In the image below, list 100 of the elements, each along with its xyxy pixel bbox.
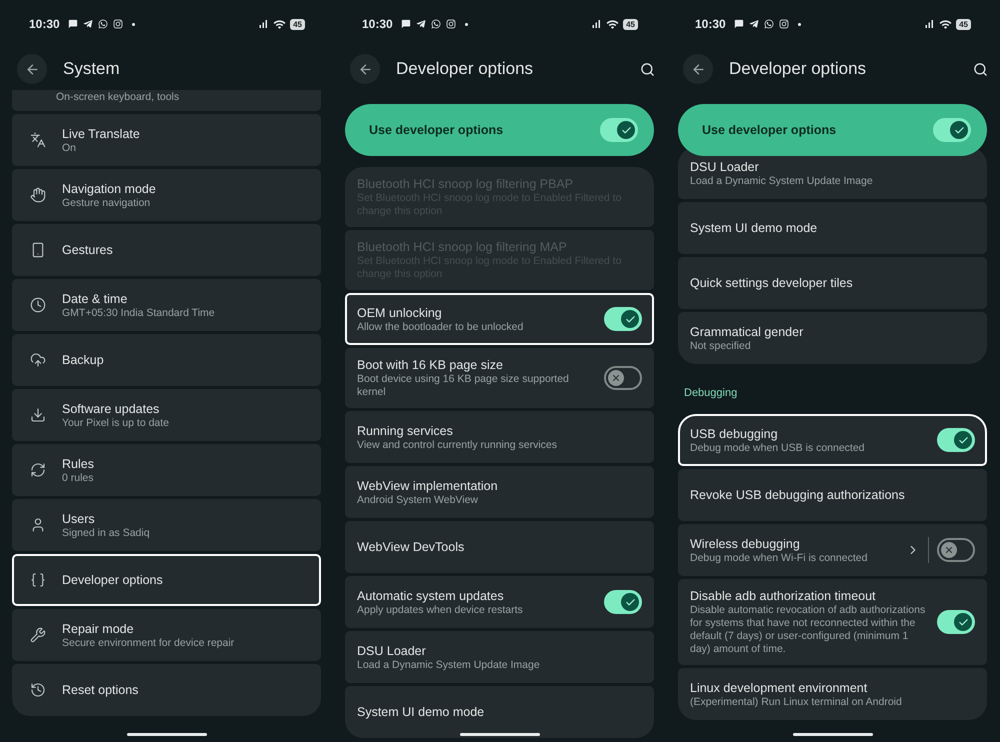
item-title: Live Translate bbox=[62, 126, 141, 142]
toggle-switch[interactable] bbox=[604, 590, 642, 614]
item-subtitle: GMT+05:30 India Standard Time bbox=[62, 306, 216, 320]
item-title: Backup bbox=[62, 352, 105, 368]
setting-item[interactable]: Users Signed in as Sadiq bbox=[12, 499, 321, 551]
setting-item[interactable]: Running services View and control currently running services bbox=[345, 411, 654, 463]
item-title: Gestures bbox=[62, 242, 114, 258]
toggle-switch[interactable] bbox=[604, 366, 642, 390]
wifi-icon bbox=[606, 18, 620, 30]
check-icon bbox=[624, 596, 636, 608]
item-title: DSU Loader bbox=[690, 158, 760, 174]
item-title: Software updates bbox=[62, 400, 160, 416]
item-title: DSU Loader bbox=[357, 642, 427, 658]
item-title: Wireless debugging bbox=[690, 536, 801, 552]
wifi-icon bbox=[939, 18, 952, 30]
battery-level: 45 bbox=[623, 18, 638, 30]
search-icon[interactable] bbox=[640, 62, 655, 76]
item-title: USB debugging bbox=[690, 426, 779, 442]
item-title: OEM unlocking bbox=[357, 304, 443, 320]
item-title: Developer options bbox=[62, 572, 164, 588]
status-time: 10:30 bbox=[362, 16, 393, 33]
status-time: 10:30 bbox=[29, 16, 60, 33]
chat-icon bbox=[68, 19, 78, 29]
wifi-icon bbox=[273, 18, 286, 30]
setting-item[interactable]: Date & time GMT+05:30 India Standard Time bbox=[12, 279, 321, 331]
setting-item[interactable]: DSU Loader Load a Dynamic System Update Image bbox=[345, 631, 654, 683]
item-subtitle: Not specified bbox=[690, 340, 752, 352]
toggle-switch[interactable] bbox=[937, 610, 975, 634]
item-subtitle: Load a Dynamic System Update Image bbox=[690, 174, 874, 188]
item-title: Boot with 16 KB page size bbox=[357, 357, 504, 373]
item-title: WebView DevTools bbox=[357, 539, 466, 555]
item-title: Rules bbox=[62, 456, 95, 472]
check-icon bbox=[954, 124, 964, 136]
setting-item[interactable]: Reset options bbox=[12, 664, 321, 716]
download-icon bbox=[30, 407, 46, 423]
send-icon bbox=[416, 19, 426, 29]
page-title: Developer options bbox=[729, 58, 868, 80]
camera-icon bbox=[446, 19, 456, 29]
setting-item[interactable]: Rules 0 rules bbox=[12, 444, 321, 496]
search-icon[interactable] bbox=[973, 62, 988, 76]
setting-item[interactable]: WebView implementation Android System WebView bbox=[345, 466, 654, 518]
setting-item[interactable]: System UI demo mode bbox=[678, 202, 987, 254]
setting-item[interactable]: Linux development environment (Experimental) Run Linux terminal on Android bbox=[678, 668, 987, 720]
back-button[interactable] bbox=[683, 54, 713, 84]
item-subtitle: Allow the bootloader to be unlocked bbox=[357, 320, 524, 334]
master-switch-card[interactable]: Use developer options bbox=[678, 104, 987, 156]
toggle-switch[interactable] bbox=[600, 118, 638, 142]
send-icon bbox=[748, 19, 759, 29]
toggle-switch[interactable] bbox=[933, 118, 971, 142]
setting-item[interactable]: Boot with 16 KB page size Boot device using 16 KB page size supported kernel bbox=[345, 348, 654, 408]
toggle-switch[interactable] bbox=[937, 538, 975, 562]
setting-item[interactable]: Quick settings developer tiles bbox=[678, 257, 987, 309]
item-subtitle: Secure environment for device repair bbox=[62, 636, 236, 650]
setting-item[interactable]: Software updates Your Pixel is up to date bbox=[12, 389, 321, 441]
setting-item[interactable]: Live Translate On bbox=[12, 114, 321, 166]
phone-bubble-icon bbox=[430, 19, 441, 29]
wrench-icon bbox=[30, 627, 46, 643]
setting-item[interactable]: On-screen keyboard, tools bbox=[12, 90, 321, 111]
item-subtitle: On-screen keyboard, tools bbox=[56, 91, 180, 104]
setting-item[interactable]: Backup bbox=[12, 334, 321, 386]
toggle-switch[interactable] bbox=[937, 428, 975, 452]
setting-item[interactable]: Developer options bbox=[12, 554, 321, 606]
setting-item[interactable]: OEM unlocking Allow the bootloader to be unlocked bbox=[345, 293, 654, 345]
setting-item[interactable]: Gestures bbox=[12, 224, 321, 276]
setting-item[interactable]: WebView DevTools bbox=[345, 521, 654, 573]
status-time: 10:30 bbox=[695, 16, 726, 33]
item-title: Date & time bbox=[62, 290, 128, 306]
item-title: Repair mode bbox=[62, 620, 135, 636]
back-button[interactable] bbox=[17, 54, 47, 84]
item-title: Users bbox=[62, 510, 96, 526]
chat-icon bbox=[734, 19, 744, 29]
item-subtitle: Gesture navigation bbox=[62, 196, 152, 210]
setting-item[interactable] bbox=[678, 579, 987, 665]
setting-item[interactable]: System UI demo mode bbox=[345, 686, 654, 738]
setting-item[interactable]: Wireless debugging Debug mode when Wi-Fi is connected bbox=[678, 524, 987, 576]
master-switch-card[interactable]: Use developer options bbox=[345, 104, 654, 156]
setting-item[interactable]: Revoke USB debugging authorizations bbox=[678, 469, 987, 521]
item-title: Grammatical gender bbox=[690, 324, 804, 340]
page-title: System bbox=[63, 58, 121, 80]
item-title: Running services bbox=[357, 422, 454, 438]
phone-bubble-icon bbox=[98, 19, 108, 29]
item-subtitle: Debug mode when Wi-Fi is connected bbox=[690, 552, 868, 564]
clock-icon bbox=[30, 297, 46, 313]
setting-item[interactable]: USB debugging Debug mode when USB is connected bbox=[678, 414, 987, 466]
check-icon bbox=[620, 124, 632, 136]
setting-item[interactable]: Automatic system updates Apply updates when device restarts bbox=[345, 576, 654, 628]
section-header: Debugging bbox=[684, 386, 738, 400]
toggle-switch[interactable] bbox=[604, 307, 642, 331]
item-title: Revoke USB debugging authorizations bbox=[690, 487, 906, 503]
setting-item[interactable]: Navigation mode Gesture navigation bbox=[12, 169, 321, 221]
item-title: Reset options bbox=[62, 682, 140, 698]
back-button[interactable] bbox=[350, 54, 380, 84]
item-subtitle: (Experimental) Run Linux terminal on Android bbox=[690, 696, 903, 708]
item-subtitle: Disable automatic revocation of adb authorizations for systems that have not reconnected within the default (7 days) or user-configured (minimum 1 day) amount of time. bbox=[690, 604, 926, 656]
item-subtitle: Debug mode when USB is connected bbox=[690, 442, 866, 454]
battery-level: 45 bbox=[290, 18, 305, 30]
setting-item[interactable]: Repair mode Secure environment for device repair bbox=[12, 609, 321, 661]
check-icon bbox=[958, 434, 968, 446]
item-subtitle: Your Pixel is up to date bbox=[62, 416, 170, 430]
setting-item[interactable]: Grammatical gender Not specified bbox=[678, 312, 987, 364]
